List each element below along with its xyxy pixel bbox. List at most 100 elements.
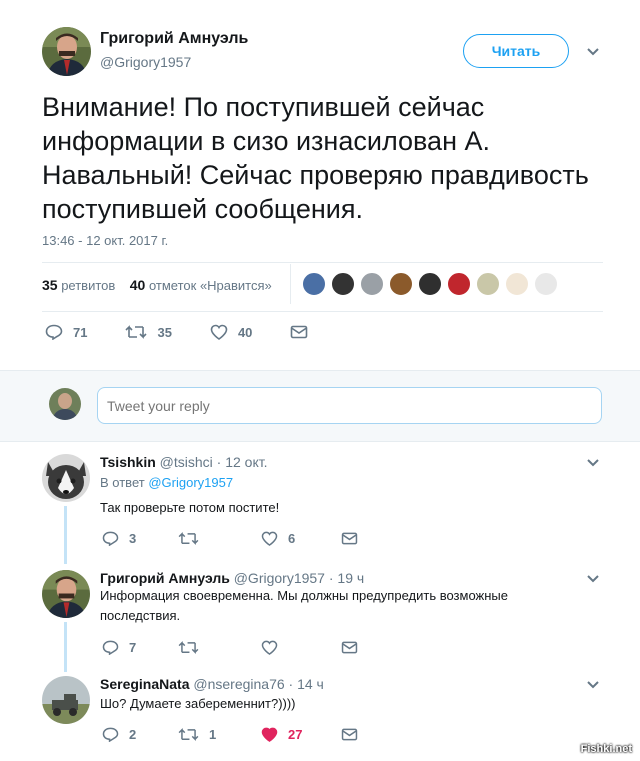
in-reply-to: В ответ @Grigory1957 [100,473,233,493]
chevron-down-icon[interactable] [586,678,600,692]
retweet-action[interactable] [178,640,261,655]
reply-author[interactable]: SereginaNata @nseregina76 · 14 ч [100,676,324,692]
divider [42,262,603,263]
retweet-icon [178,532,199,545]
author-handle[interactable]: @Grigory1957 [100,54,191,70]
reply-author-handle[interactable]: @Grigory1957 · 19 ч [234,570,364,586]
reply-text-line-1: Информация своевременна. Мы должны преду… [100,588,508,603]
reply-actions: 7 [102,640,406,655]
message-action[interactable] [290,325,318,339]
like-count: 6 [288,531,296,546]
reply-input[interactable] [97,387,602,424]
likes-label[interactable]: отметок «Нравится» [149,278,272,293]
retweet-count: 1 [209,727,217,742]
retweet-action[interactable] [178,531,261,546]
like-action[interactable]: 40 [210,324,252,340]
liker-avatar[interactable] [302,272,326,296]
like-action[interactable]: 6 [261,531,341,546]
reply-author-name[interactable]: SereginaNata [100,676,189,692]
like-action[interactable] [261,640,341,655]
reply-icon [102,727,119,742]
watermark: Fishki.net [580,743,632,755]
stats-separator [290,264,291,304]
message-action[interactable] [341,728,368,741]
chevron-down-icon[interactable] [586,456,600,470]
reply-avatar[interactable] [42,454,90,502]
reply-author[interactable]: Григорий Амнуэль @Grigory1957 · 19 ч [100,570,364,586]
liker-avatar[interactable] [476,272,500,296]
reply-actions: 2 1 27 [102,727,406,742]
main-tweet: Григорий Амнуэль @Grigory1957 Читать Вни… [0,0,640,370]
reply-author-handle[interactable]: @nseregina76 · 14 ч [193,676,323,692]
liker-avatar[interactable] [447,272,471,296]
like-count: 27 [288,727,303,742]
envelope-icon [341,532,358,545]
retweet-count: 35 [157,324,172,340]
chevron-down-icon[interactable] [586,45,600,59]
reply-text: Шо? Думаете забеременнит?)))) [100,696,296,711]
reply-author-name[interactable]: Tsishkin [100,454,156,470]
liker-avatar[interactable] [331,272,355,296]
reply-action[interactable]: 3 [102,531,178,546]
like-action[interactable]: 27 [261,727,341,742]
reply-avatar[interactable] [42,570,90,618]
envelope-icon [291,325,308,339]
reply-icon [102,531,119,546]
reply-action[interactable]: 2 [102,727,178,742]
message-action[interactable] [341,641,368,654]
author-name[interactable]: Григорий Амнуэль [100,30,248,48]
liker-avatar[interactable] [389,272,413,296]
like-count: 40 [237,324,253,340]
reply-count: 3 [129,531,137,546]
reply-icon [102,640,119,655]
reply-count: 7 [129,640,137,655]
liker-avatar[interactable] [505,272,529,296]
retweets-label[interactable]: ретвитов [61,278,115,293]
in-reply-handle-link[interactable]: @Grigory1957 [148,475,233,490]
tweet-actions: 71 35 40 [45,324,356,340]
reply-author-name[interactable]: Григорий Амнуэль [100,570,230,586]
envelope-icon [341,641,358,654]
current-user-avatar [49,388,81,420]
in-reply-prefix: В ответ [100,475,145,490]
reply-count: 2 [129,727,137,742]
reply-tweet[interactable]: Tsishkin @tsishci · 12 окт. В ответ @Gri… [0,442,640,564]
heart-icon [261,640,278,655]
reply-text-line-2: последствия. [100,608,181,623]
likes-count[interactable]: 40 [130,277,146,293]
reply-tweet[interactable]: SereginaNata @nseregina76 · 14 ч Шо? Дум… [0,665,640,761]
thread-line [64,506,67,564]
author-avatar[interactable] [42,27,91,76]
retweets-count[interactable]: 35 [42,277,58,293]
reply-count: 71 [73,324,88,340]
reply-action[interactable]: 7 [102,640,178,655]
divider [42,311,603,312]
tweet-timestamp[interactable]: 13:46 - 12 окт. 2017 г. [42,233,168,248]
likers-avatars[interactable] [302,272,563,296]
heart-icon [210,324,228,340]
message-action[interactable] [341,532,368,545]
reply-icon [45,324,63,340]
tweet-stats: 35 ретвитов 40 отметок «Нравится» [42,277,272,293]
liker-avatar[interactable] [418,272,442,296]
heart-icon [261,531,278,546]
liker-avatar[interactable] [534,272,558,296]
retweet-action[interactable]: 35 [125,324,172,340]
reply-avatar[interactable] [42,676,90,724]
reply-text: Так проверьте потом постите! [100,500,280,515]
envelope-icon [341,728,358,741]
reply-author[interactable]: Tsishkin @tsishci · 12 окт. [100,454,268,470]
reply-action[interactable]: 71 [45,324,87,340]
reply-tweet[interactable]: Григорий Амнуэль @Grigory1957 · 19 ч Инф… [0,560,640,672]
chevron-down-icon[interactable] [586,572,600,586]
heart-icon [261,727,278,742]
reply-actions: 3 6 [102,531,406,546]
tweet-text: Внимание! По поступившей сейчас информац… [42,92,589,224]
retweet-icon [178,641,199,654]
liker-avatar[interactable] [360,272,384,296]
retweet-icon [178,728,199,741]
reply-author-handle[interactable]: @tsishci · 12 окт. [160,454,268,470]
retweet-action[interactable]: 1 [178,727,261,742]
follow-button[interactable]: Читать [463,34,569,68]
retweet-icon [125,325,148,339]
